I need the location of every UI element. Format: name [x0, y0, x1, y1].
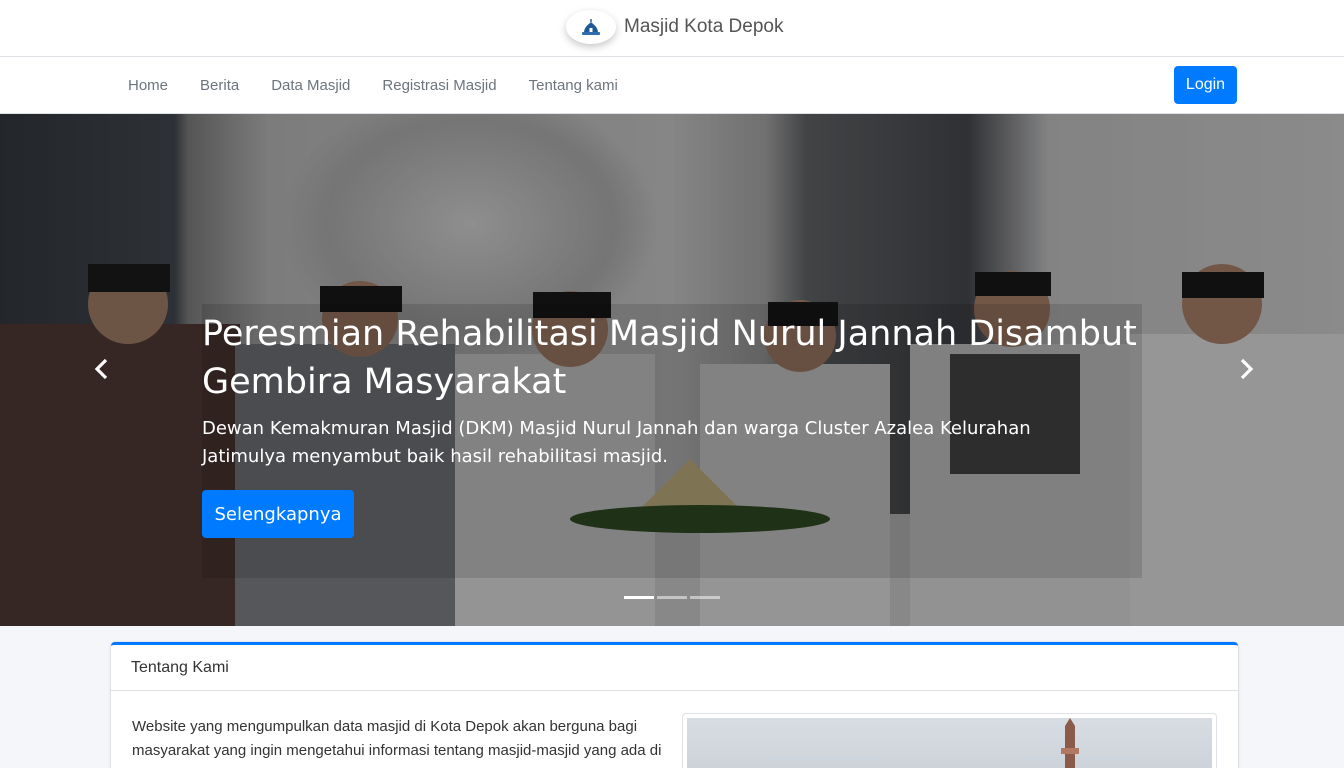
brand-bar: Masjid Kota Depok — [0, 0, 1344, 57]
slide-description: Dewan Kemakmuran Masjid (DKM) Masjid Nur… — [202, 418, 1031, 467]
carousel-indicator-1[interactable] — [624, 596, 654, 599]
about-card: Tentang Kami Website yang mengumpulkan d… — [111, 642, 1238, 768]
chevron-left-icon — [94, 358, 108, 380]
about-image — [682, 713, 1217, 768]
login-button[interactable]: Login — [1174, 66, 1237, 104]
carousel-indicator-3[interactable] — [690, 596, 720, 599]
nav-item-data-masjid[interactable]: Data Masjid — [255, 77, 366, 94]
brand[interactable]: Masjid Kota Depok — [566, 9, 783, 45]
chevron-right-icon — [1240, 358, 1254, 380]
read-more-button[interactable]: Selengkapnya — [202, 490, 354, 538]
nav-item-berita[interactable]: Berita — [184, 77, 255, 94]
hero-carousel: Peresmian Rehabilitasi Masjid Nurul Jann… — [0, 114, 1344, 626]
nav-item-registrasi-masjid[interactable]: Registrasi Masjid — [366, 77, 512, 94]
brand-title: Masjid Kota Depok — [624, 16, 784, 37]
nav-item-tentang-kami[interactable]: Tentang kami — [513, 77, 634, 94]
carousel-indicator-2[interactable] — [657, 596, 687, 599]
mosque-icon — [566, 10, 616, 44]
carousel-prev-button[interactable] — [86, 354, 116, 384]
about-text: Website yang mengumpulkan data masjid di… — [132, 718, 662, 768]
carousel-indicators — [624, 596, 723, 599]
about-card-header: Tentang Kami — [111, 645, 1238, 691]
navbar: Home Berita Data Masjid Registrasi Masji… — [0, 57, 1344, 114]
nav-links: Home Berita Data Masjid Registrasi Masji… — [112, 57, 634, 114]
about-image-photo — [687, 718, 1212, 768]
slide-title: Peresmian Rehabilitasi Masjid Nurul Jann… — [202, 314, 1137, 402]
nav-item-home[interactable]: Home — [112, 77, 184, 94]
carousel-next-button[interactable] — [1232, 354, 1262, 384]
